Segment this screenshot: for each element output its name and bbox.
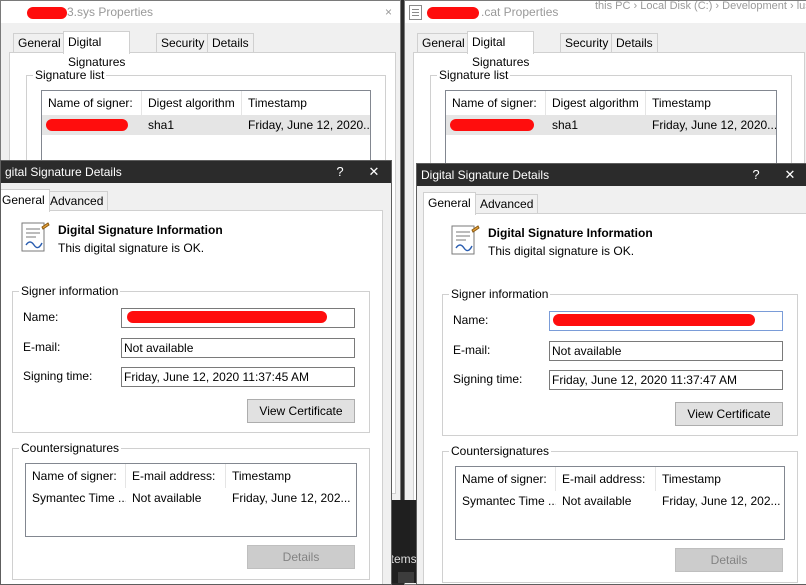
close-icon[interactable]: × <box>385 1 392 23</box>
left-dialog-title: gital Signature Details <box>5 165 122 179</box>
tab-advanced[interactable]: Advanced <box>475 194 539 213</box>
signer-information-group: Signer information Name: E-mail: Not ava… <box>442 287 798 436</box>
left-dialog-panel: Digital Signature Information This digit… <box>1 210 383 584</box>
view-certificate-button[interactable]: View Certificate <box>247 399 355 423</box>
info-status: This digital signature is OK. <box>488 244 635 258</box>
digest-cell: sha1 <box>552 118 579 132</box>
right-properties-title: .cat Properties <box>481 5 559 19</box>
certificate-icon <box>21 222 50 252</box>
countersignature-list[interactable]: Name of signer: E-mail address: Timestam… <box>455 466 785 540</box>
counter-email-cell: Not available <box>132 491 202 505</box>
details-button[interactable]: Details <box>247 545 355 569</box>
signing-time-label: Signing time: <box>453 372 523 386</box>
list-header: Name of signer: E-mail address: Timestam… <box>26 464 356 488</box>
tab-security[interactable]: Security <box>156 33 210 52</box>
signing-time-field[interactable]: Friday, June 12, 2020 11:37:45 AM <box>121 367 355 387</box>
tab-general[interactable]: General <box>1 189 50 212</box>
info-status: This digital signature is OK. <box>58 241 205 255</box>
tab-advanced[interactable]: Advanced <box>45 191 109 210</box>
countersignatures-label: Countersignatures <box>19 441 122 455</box>
column-email-address[interactable]: E-mail address: <box>126 464 226 488</box>
left-dialog-title-bar[interactable]: gital Signature Details ? ✕ <box>1 161 391 183</box>
countersignatures-label: Countersignatures <box>449 444 552 458</box>
signer-name-redaction <box>46 119 128 131</box>
column-timestamp[interactable]: Timestamp <box>656 467 784 491</box>
explorer-path-fragment: this PC › Local Disk (C:) › Development … <box>595 1 806 12</box>
countersignature-list[interactable]: Name of signer: E-mail address: Timestam… <box>25 463 357 537</box>
column-timestamp[interactable]: Timestamp <box>646 91 776 115</box>
title-redaction <box>27 7 67 19</box>
countersignatures-group: Countersignatures Name of signer: E-mail… <box>12 441 370 580</box>
left-properties-title-bar[interactable]: 3.sys Properties × <box>1 1 400 23</box>
email-field[interactable]: Not available <box>549 341 783 361</box>
left-properties-title: 3.sys Properties <box>67 5 154 19</box>
taskbar-icon <box>398 572 414 583</box>
digest-cell: sha1 <box>148 118 175 132</box>
details-button[interactable]: Details <box>675 548 783 572</box>
column-timestamp[interactable]: Timestamp <box>242 91 370 115</box>
column-name-of-signer[interactable]: Name of signer: <box>26 464 126 488</box>
list-header: Name of signer: Digest algorithm Timesta… <box>42 91 370 115</box>
countersignatures-group: Countersignatures Name of signer: E-mail… <box>442 444 798 583</box>
table-row[interactable]: Symantec Time ... Not available Friday, … <box>456 491 784 511</box>
name-redaction <box>553 314 755 326</box>
right-dialog-title-bar[interactable]: Digital Signature Details ? ✕ <box>417 164 806 186</box>
tab-details[interactable]: Details <box>611 33 658 52</box>
column-email-address[interactable]: E-mail address: <box>556 467 656 491</box>
tab-details[interactable]: Details <box>207 33 254 52</box>
tab-general[interactable]: General <box>13 33 66 52</box>
column-name-of-signer[interactable]: Name of signer: <box>42 91 142 115</box>
email-label: E-mail: <box>453 343 491 357</box>
counter-timestamp-cell: Friday, June 12, 202... <box>662 494 781 508</box>
email-field[interactable]: Not available <box>121 338 355 358</box>
title-redaction <box>427 7 479 19</box>
counter-signer-cell: Symantec Time ... <box>32 491 126 505</box>
info-heading: Digital Signature Information <box>58 223 223 237</box>
column-digest-algorithm[interactable]: Digest algorithm <box>546 91 646 115</box>
help-icon[interactable]: ? <box>741 164 771 186</box>
signing-time-label: Signing time: <box>23 369 93 383</box>
right-dialog-panel: Digital Signature Information This digit… <box>423 213 806 584</box>
column-timestamp[interactable]: Timestamp <box>226 464 356 488</box>
tab-digital-signatures[interactable]: Digital Signatures <box>467 31 535 69</box>
table-row[interactable]: Symantec Time ... Not available Friday, … <box>26 488 356 508</box>
signer-name-redaction <box>450 119 534 131</box>
email-label: E-mail: <box>23 340 61 354</box>
column-digest-algorithm[interactable]: Digest algorithm <box>142 91 242 115</box>
table-row[interactable]: ...d... sha1 Friday, June 12, 2020... <box>446 115 776 135</box>
list-header: Name of signer: E-mail address: Timestam… <box>456 467 784 491</box>
column-name-of-signer[interactable]: Name of signer: <box>456 467 556 491</box>
info-heading: Digital Signature Information <box>488 226 653 240</box>
signer-information-label: Signer information <box>19 284 121 298</box>
name-label: Name: <box>453 313 489 327</box>
timestamp-cell: Friday, June 12, 2020... <box>248 118 370 132</box>
right-signature-details-dialog: Digital Signature Details ? ✕ General Ad… <box>416 163 806 585</box>
taskbar-items-text: items <box>388 552 417 566</box>
tab-security[interactable]: Security <box>560 33 614 52</box>
list-header: Name of signer: Digest algorithm Timesta… <box>446 91 776 115</box>
counter-signer-cell: Symantec Time ... <box>462 494 556 508</box>
tab-general[interactable]: General <box>417 33 470 52</box>
counter-timestamp-cell: Friday, June 12, 202... <box>232 491 351 505</box>
tab-digital-signatures[interactable]: Digital Signatures <box>63 31 131 69</box>
column-name-of-signer[interactable]: Name of signer: <box>446 91 546 115</box>
left-signature-details-dialog: gital Signature Details ? ✕ General Adva… <box>0 160 392 585</box>
tab-general[interactable]: General <box>423 192 476 215</box>
right-properties-title-bar[interactable]: .cat Properties this PC › Local Disk (C:… <box>405 1 806 23</box>
close-icon[interactable]: ✕ <box>775 164 805 186</box>
help-icon[interactable]: ? <box>325 161 355 183</box>
signer-information-label: Signer information <box>449 287 551 301</box>
name-redaction <box>127 311 327 323</box>
signing-time-field[interactable]: Friday, June 12, 2020 11:37:47 AM <box>549 370 783 390</box>
certificate-icon <box>451 225 480 255</box>
counter-email-cell: Not available <box>562 494 632 508</box>
close-icon[interactable]: ✕ <box>359 161 389 183</box>
table-row[interactable]: ...d... sha1 Friday, June 12, 2020... <box>42 115 370 135</box>
name-label: Name: <box>23 310 59 324</box>
view-certificate-button[interactable]: View Certificate <box>675 402 783 426</box>
signer-information-group: Signer information Name: E-mail: Not ava… <box>12 284 370 433</box>
right-dialog-title: Digital Signature Details <box>421 168 550 182</box>
timestamp-cell: Friday, June 12, 2020... <box>652 118 776 132</box>
file-icon <box>409 5 422 20</box>
